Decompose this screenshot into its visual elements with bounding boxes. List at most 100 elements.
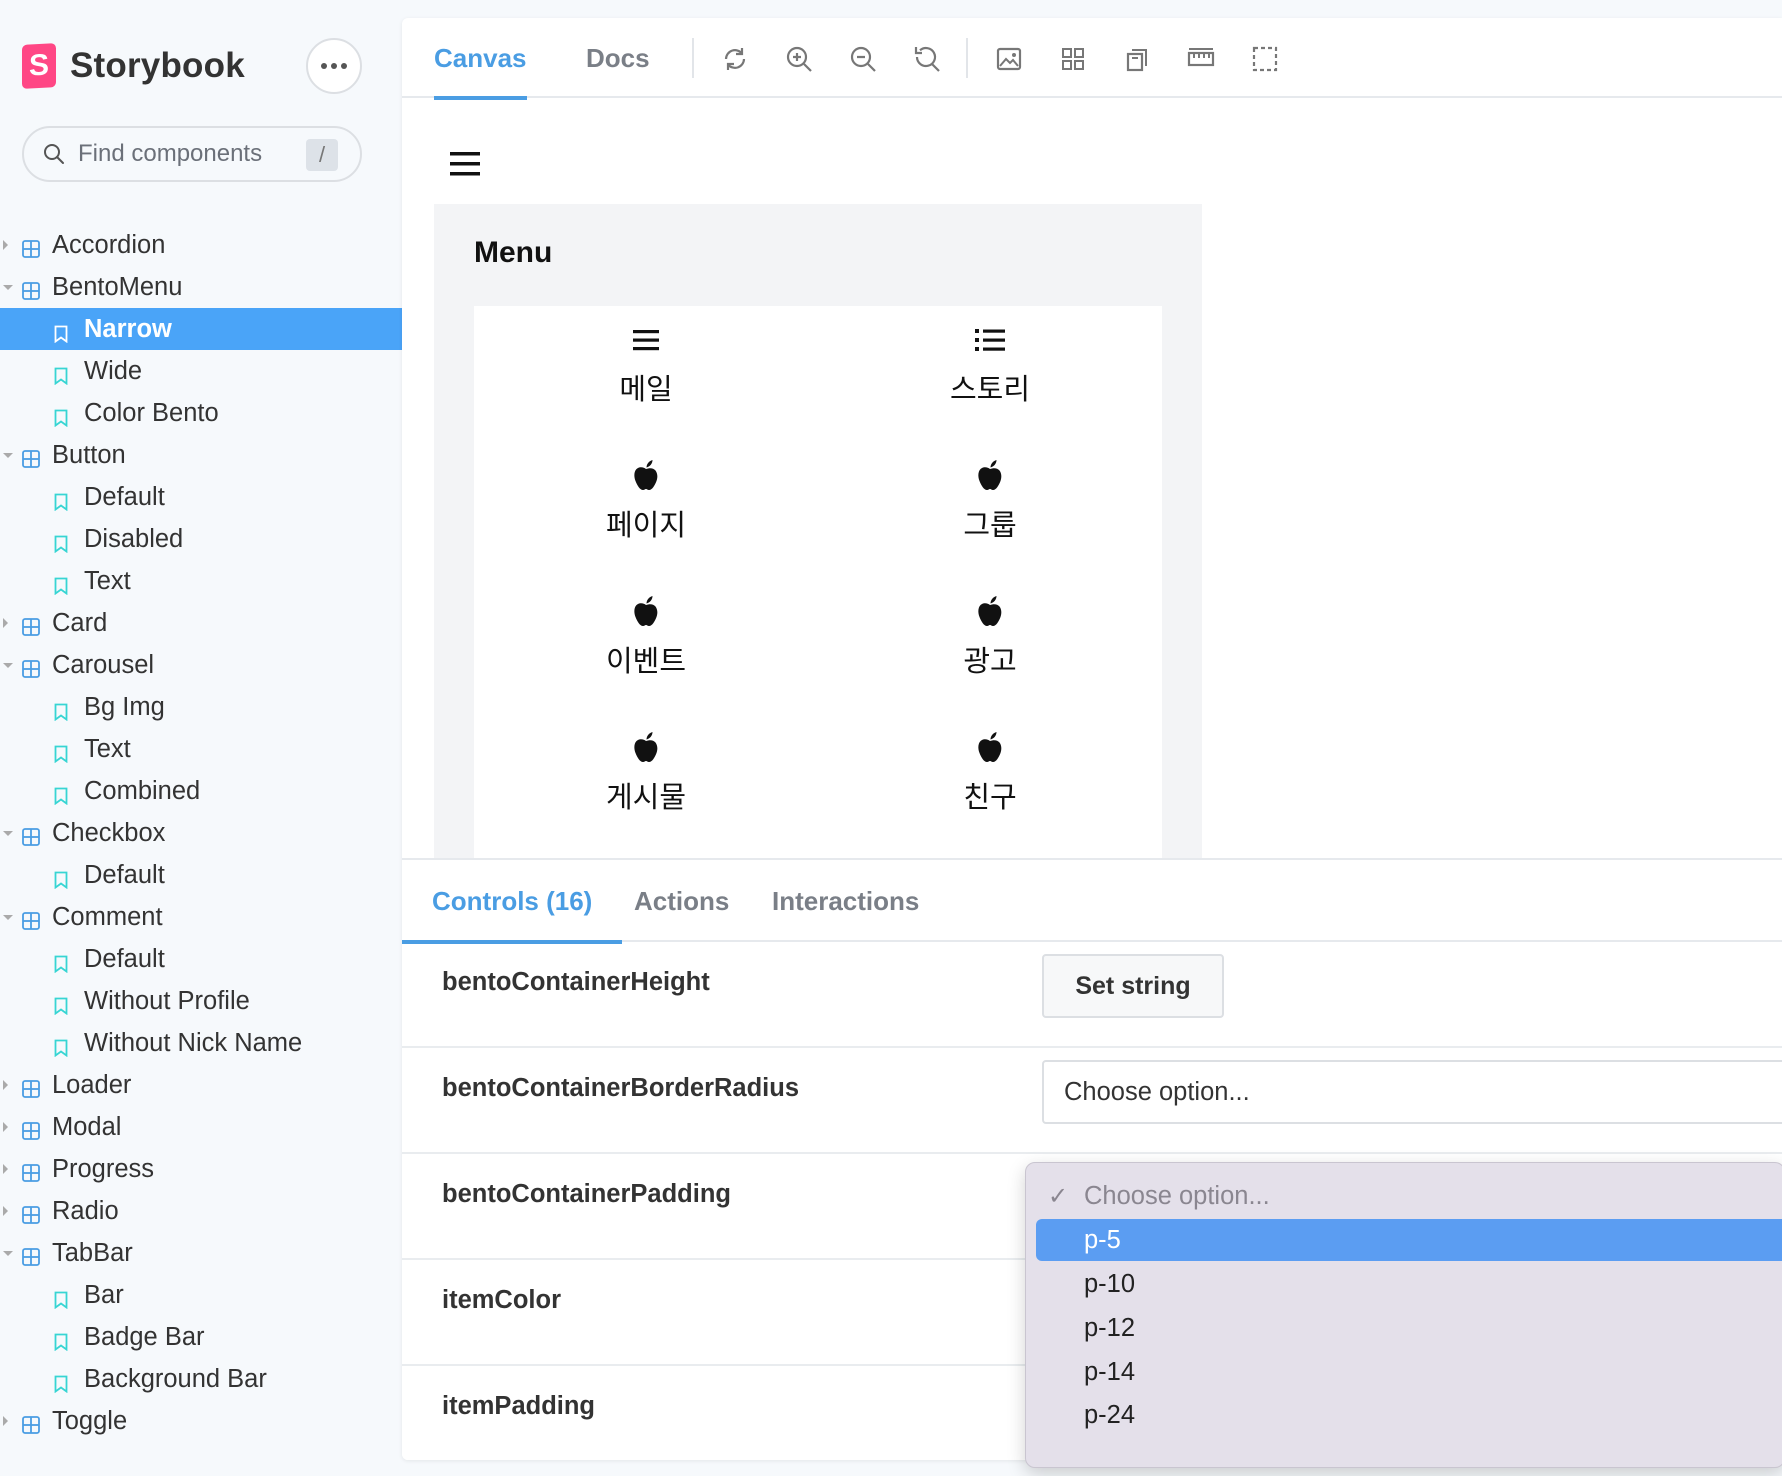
bento-item[interactable]: 친구 [890, 728, 1090, 816]
tree-item-label: Card [52, 608, 108, 637]
bento-item[interactable]: 이벤트 [546, 592, 746, 680]
tree-group[interactable]: Loader [0, 1064, 402, 1106]
apple-icon [890, 592, 1090, 632]
tree-story[interactable]: Color Bento [0, 392, 402, 434]
tree-group[interactable]: Carousel [0, 644, 402, 686]
grid-icon[interactable] [1058, 44, 1088, 74]
chevron-right-icon [3, 1164, 8, 1174]
component-icon [22, 656, 40, 685]
tree-item-label: Accordion [52, 230, 166, 259]
bento-item-label: 게시물 [605, 780, 687, 814]
tree-story[interactable]: Without Nick Name [0, 1022, 402, 1064]
tab-actions[interactable]: Actions [634, 860, 729, 942]
dropdown-option[interactable]: p-10 [1036, 1263, 1782, 1305]
dropdown-option-highlighted[interactable]: p-5 [1036, 1219, 1782, 1261]
border-radius-select[interactable]: Choose option... [1042, 1060, 1782, 1124]
bento-menu-grid: 메일 스토리페이지 그룹이벤트 광고게시물 친구 [474, 306, 1162, 866]
tab-canvas[interactable]: Canvas [434, 18, 527, 100]
tree-group[interactable]: Accordion [0, 224, 402, 266]
tree-story[interactable]: Default [0, 854, 402, 896]
tree-item-label: Text [84, 734, 131, 763]
tree-story[interactable]: Background Bar [0, 1358, 402, 1400]
tree-story[interactable]: Default [0, 938, 402, 980]
option-label: p-14 [1084, 1357, 1136, 1386]
tree-story[interactable]: Bg Img [0, 686, 402, 728]
chevron-right-icon [3, 1206, 8, 1216]
toolbar-divider [966, 38, 968, 78]
tree-item-label: Radio [52, 1196, 119, 1225]
addon-tabs: Controls (16) Actions Interactions [402, 860, 1782, 944]
chevron-right-icon [3, 1122, 8, 1132]
bento-item[interactable]: 게시물 [546, 728, 746, 816]
tree-group[interactable]: Modal [0, 1106, 402, 1148]
option-label: p-24 [1084, 1401, 1136, 1429]
component-icon [22, 1160, 40, 1189]
tree-group[interactable]: BentoMenu [0, 266, 402, 308]
component-icon [22, 1202, 40, 1231]
control-name: itemPadding [442, 1392, 596, 1420]
dropdown-option[interactable]: p-14 [1036, 1351, 1782, 1393]
bento-item[interactable]: 페이지 [546, 456, 746, 544]
tree-item-label: Default [84, 944, 165, 973]
tab-docs[interactable]: Docs [586, 18, 650, 98]
dropdown-option[interactable]: p-12 [1036, 1307, 1782, 1349]
tree-group[interactable]: Radio [0, 1190, 402, 1232]
component-tree: Accordion BentoMenu Narrow Wide Color Bento B… [0, 224, 402, 1442]
bento-item[interactable]: 메일 [546, 320, 746, 408]
bento-item[interactable]: 그룹 [890, 456, 1090, 544]
zoom-in-icon[interactable] [784, 44, 814, 74]
chevron-right-icon [3, 618, 8, 628]
reload-icon[interactable] [720, 44, 750, 74]
tree-story[interactable]: Narrow [0, 308, 402, 350]
bento-item[interactable]: 광고 [890, 592, 1090, 680]
tree-story[interactable]: Bar [0, 1274, 402, 1316]
bookmark-icon [54, 867, 68, 896]
bento-item-label: 스토리 [949, 372, 1031, 406]
tree-story[interactable]: Without Profile [0, 980, 402, 1022]
tab-controls[interactable]: Controls (16) [402, 860, 623, 944]
dropdown-option[interactable]: ✓ Choose option... [1036, 1175, 1782, 1217]
bento-item[interactable]: 스토리 [890, 320, 1090, 408]
tree-story[interactable]: Disabled [0, 518, 402, 560]
tree-group[interactable]: Card [0, 602, 402, 644]
padding-select-dropdown[interactable]: ✓ Choose option... p-5 p-10 p-12 p-14 p-… [1025, 1162, 1782, 1468]
tree-group[interactable]: Progress [0, 1148, 402, 1190]
bento-item-label: 이벤트 [605, 644, 687, 678]
more-options-button[interactable] [306, 38, 362, 94]
tree-group[interactable]: Toggle [0, 1400, 402, 1442]
search-input[interactable] [78, 140, 298, 168]
tab-interactions[interactable]: Interactions [772, 860, 919, 942]
tree-story[interactable]: Badge Bar [0, 1316, 402, 1358]
bookmark-icon [54, 573, 68, 602]
outline-icon[interactable] [1250, 44, 1280, 74]
component-icon [22, 614, 40, 643]
tree-item-label: Comment [52, 902, 163, 931]
tree-group[interactable]: Button [0, 434, 402, 476]
dropdown-option[interactable]: p-24 [1036, 1395, 1782, 1431]
tree-group[interactable]: Comment [0, 896, 402, 938]
dot-icon [331, 63, 337, 69]
zoom-reset-icon[interactable] [912, 44, 942, 74]
tree-story[interactable]: Text [0, 560, 402, 602]
bento-preview: Menu 메일 스토리 페이지 그룹 이벤트 광고 게시물 친구 [434, 204, 1202, 866]
viewport-icon[interactable] [1122, 44, 1152, 74]
search-box[interactable]: / [22, 126, 362, 182]
control-name: bentoContainerHeight [442, 968, 710, 996]
tree-group[interactable]: Checkbox [0, 812, 402, 854]
bookmark-icon [54, 531, 68, 560]
hamburger-icon[interactable] [450, 150, 482, 178]
tree-story[interactable]: Wide [0, 350, 402, 392]
component-icon [22, 1412, 40, 1441]
background-icon[interactable] [994, 44, 1024, 74]
tree-group[interactable]: TabBar [0, 1232, 402, 1274]
zoom-out-icon[interactable] [848, 44, 878, 74]
component-icon [22, 908, 40, 937]
tree-item-label: BentoMenu [52, 272, 183, 301]
set-string-button[interactable]: Set string [1042, 954, 1224, 1018]
brand[interactable]: S Storybook [22, 43, 245, 89]
tree-story[interactable]: Text [0, 728, 402, 770]
measure-icon[interactable] [1186, 44, 1216, 74]
tree-story[interactable]: Combined [0, 770, 402, 812]
tree-item-label: Progress [52, 1154, 155, 1183]
tree-story[interactable]: Default [0, 476, 402, 518]
